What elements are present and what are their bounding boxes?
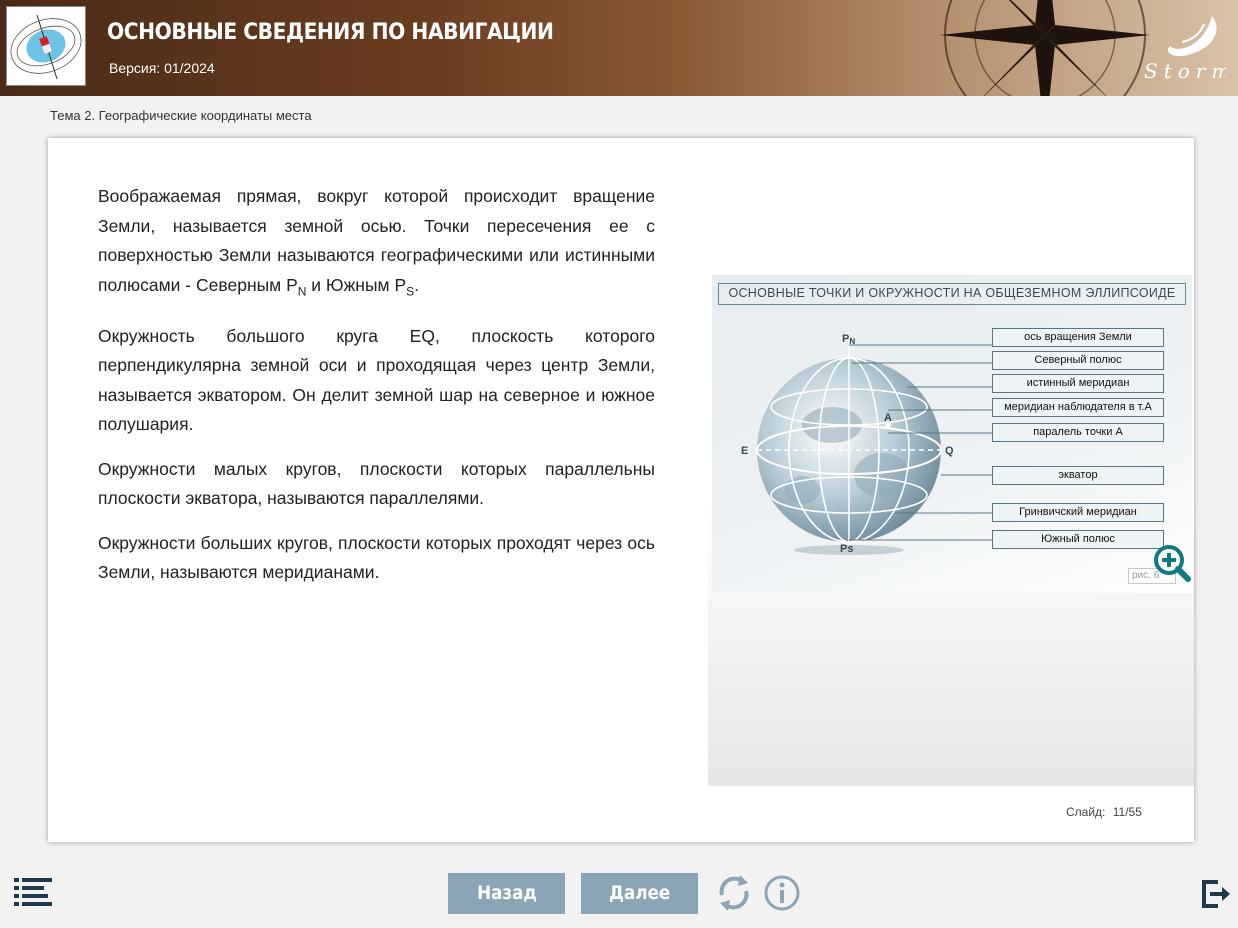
zoom-in-icon[interactable] (1152, 543, 1192, 583)
magnet-field-icon (10, 14, 82, 80)
label-true-meridian: истинный меридиан (992, 374, 1164, 393)
label-south-pole: Южный полюс (992, 530, 1164, 549)
header-banner: ОСНОВНЫЕ СВЕДЕНИЯ ПО НАВИГАЦИИ Версия: 0… (0, 0, 1238, 96)
storm-wordmark: Storm (1144, 59, 1226, 83)
reload-icon[interactable] (714, 873, 754, 913)
media-panel: ОСНОВНЫЕ ТОЧКИ И ОКРУЖНОСТИ НА ОБЩЕЗЕМНО… (708, 138, 1194, 786)
course-logo (6, 6, 86, 86)
paragraph-equator: Окружность большого круга EQ, плоскость … (98, 325, 655, 435)
slide-total: 55 (1128, 805, 1142, 819)
version-label: Версия: 01/2024 (109, 60, 215, 76)
storm-logo: Storm (1144, 16, 1226, 83)
paragraph-meridians: Окружности больших кругов, плоскости кот… (98, 532, 655, 583)
compass-rose-icon (940, 0, 1150, 96)
course-title: ОСНОВНЫЕ СВЕДЕНИЯ ПО НАВИГАЦИИ (107, 20, 554, 45)
back-button[interactable]: Назад (448, 873, 565, 914)
ellipsoid-figure[interactable]: ОСНОВНЫЕ ТОЧКИ И ОКРУЖНОСТИ НА ОБЩЕЗЕМНО… (712, 275, 1192, 593)
point-a: A (884, 412, 892, 424)
label-greenwich-meridian: Гринвичский меридиан (992, 503, 1164, 522)
slide-counter-label: Слайд: (1066, 805, 1106, 819)
label-north-pole: Северный полюс (992, 351, 1164, 370)
slide-counter: Слайд: 11/55 (1066, 805, 1142, 819)
point-e: E (741, 445, 748, 457)
point-ps: Ps (840, 543, 853, 555)
paragraph-earth-axis: Воображаемая прямая, вокруг которой прои… (98, 186, 655, 298)
info-icon[interactable] (763, 874, 801, 912)
next-button[interactable]: Далее (581, 873, 698, 914)
paragraph-parallels: Окружности малых кругов, плоскости котор… (98, 458, 655, 509)
point-q: Q (945, 445, 954, 457)
exit-icon[interactable] (1200, 878, 1232, 910)
label-observer-meridian: меридиан наблюдателя в т.А (992, 398, 1164, 417)
slide-current: 11 (1112, 805, 1126, 819)
label-rotation-axis: ось вращения Земли (992, 328, 1164, 347)
point-pn: PN (842, 333, 855, 346)
topic-label: Тема 2. Географические координаты места (50, 108, 312, 123)
label-parallel-a: паралель точки А (992, 423, 1164, 442)
label-equator: экватор (992, 466, 1164, 485)
slide-text: Воображаемая прямая, вокруг которой прои… (98, 182, 655, 603)
slide-card: Воображаемая прямая, вокруг которой прои… (48, 138, 1194, 842)
menu-list-icon[interactable] (14, 878, 54, 906)
